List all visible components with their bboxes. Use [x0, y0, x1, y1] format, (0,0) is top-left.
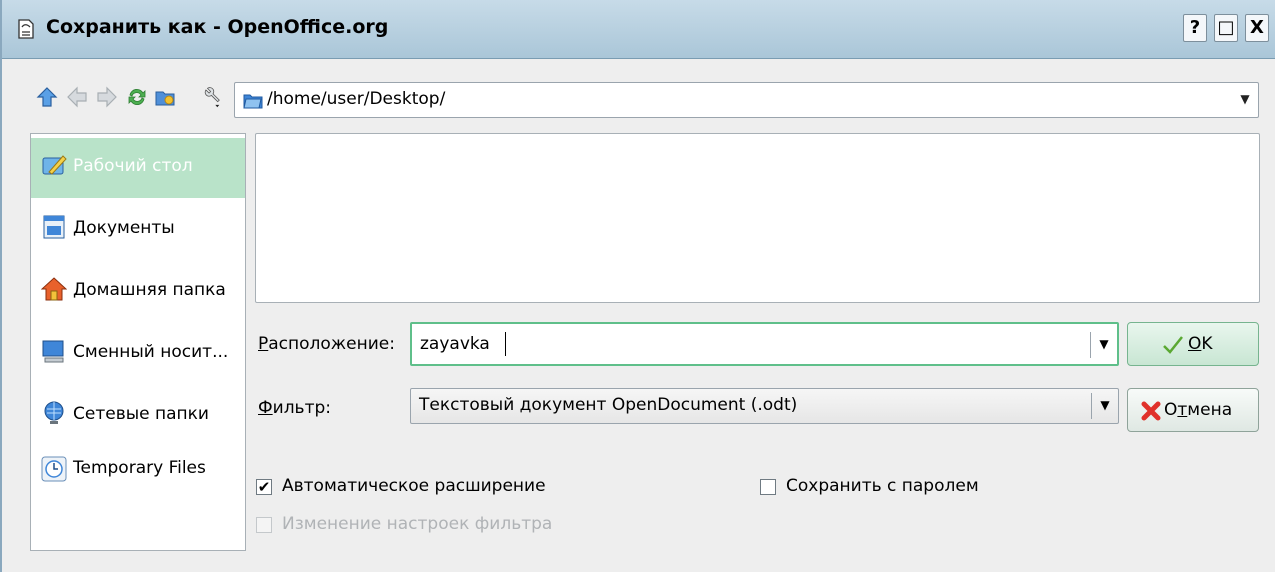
- filter-label-text: ильтр:: [272, 398, 331, 418]
- chevron-down-icon[interactable]: ▼: [1096, 398, 1114, 412]
- save-with-password-checkbox[interactable]: [760, 479, 776, 495]
- filter-value: Текстовый документ OpenDocument (.odt): [419, 395, 798, 415]
- folder-icon: [243, 94, 263, 109]
- path-combo[interactable]: /home/user/Desktop/ ▼: [234, 82, 1259, 118]
- sidebar-item-desktop[interactable]: Рабочий стол: [31, 138, 245, 198]
- sidebar-item-documents[interactable]: Документы: [31, 200, 245, 260]
- sidebar-item-label: Документы: [73, 218, 175, 238]
- wrench-icon[interactable]: [202, 86, 224, 108]
- sidebar-item-network[interactable]: Сетевые папки: [31, 386, 245, 446]
- location-label-text: асположение:: [268, 334, 395, 354]
- sidebar-item-label: Сменный носит...: [73, 342, 229, 362]
- reload-icon[interactable]: [126, 86, 148, 108]
- chevron-down-icon[interactable]: ▼: [1236, 92, 1254, 106]
- file-list[interactable]: [255, 133, 1260, 303]
- ok-label: OK: [1188, 334, 1213, 354]
- cancel-label: Отмена: [1164, 400, 1232, 420]
- cancel-mnemonic: т: [1177, 400, 1188, 420]
- home-icon: [41, 277, 67, 301]
- filter-label-mnemonic: Ф: [258, 398, 273, 418]
- combo-separator: [1091, 393, 1092, 419]
- removable-media-icon: [42, 340, 64, 363]
- auto-extension-label: Автоматическое расширение: [282, 476, 546, 496]
- sidebar-item-removable[interactable]: Сменный носит...: [31, 324, 245, 384]
- maximize-button[interactable]: □: [1214, 14, 1238, 42]
- edit-filter-settings-label: Изменение настроек фильтра: [282, 514, 553, 534]
- ok-button[interactable]: OK: [1127, 322, 1259, 366]
- sidebar-item-home[interactable]: Домашняя папка: [31, 262, 245, 322]
- cancel-label-start: О: [1164, 400, 1178, 420]
- cancel-button[interactable]: Отмена: [1127, 388, 1259, 432]
- save-with-password-label: Сохранить с паролем: [786, 476, 979, 496]
- places-sidebar: Рабочий стол Документы Домашняя папка См…: [30, 133, 246, 551]
- sidebar-item-temporary[interactable]: Temporary Files: [31, 448, 245, 508]
- sidebar-item-label: Рабочий стол: [73, 156, 193, 176]
- location-input[interactable]: zayavka ▼: [410, 322, 1119, 366]
- documents-icon: [43, 215, 65, 239]
- back-arrow-icon[interactable]: [66, 86, 88, 108]
- close-button[interactable]: X: [1245, 14, 1269, 42]
- cancel-label-text: мена: [1187, 400, 1233, 420]
- up-arrow-icon[interactable]: [36, 86, 58, 108]
- save-as-dialog: Сохранить как - OpenOffice.org ? □ X /ho…: [0, 0, 1275, 572]
- path-value: /home/user/Desktop/: [267, 89, 446, 109]
- ok-mnemonic: O: [1188, 334, 1202, 354]
- desktop-icon: [42, 155, 67, 175]
- network-folder-icon: [44, 401, 64, 424]
- openoffice-app-icon: [18, 19, 34, 39]
- sidebar-item-label: Temporary Files: [73, 458, 206, 478]
- window-title: Сохранить как - OpenOffice.org: [46, 16, 389, 38]
- ok-label-text: K: [1201, 334, 1213, 354]
- checkmark-icon: [1163, 336, 1183, 354]
- location-label-mnemonic: Р: [258, 334, 269, 354]
- help-button[interactable]: ?: [1183, 14, 1207, 42]
- text-cursor: [505, 332, 506, 356]
- title-bar[interactable]: Сохранить как - OpenOffice.org ? □ X: [2, 0, 1275, 59]
- filter-select[interactable]: Текстовый документ OpenDocument (.odt) ▼: [410, 388, 1119, 424]
- clock-icon: [41, 456, 67, 482]
- combo-separator: [1090, 332, 1091, 358]
- auto-extension-checkbox[interactable]: ✔: [256, 479, 272, 495]
- edit-filter-settings-checkbox[interactable]: [256, 517, 272, 533]
- location-label: Расположение:: [258, 334, 395, 354]
- forward-arrow-icon[interactable]: [96, 86, 118, 108]
- sidebar-item-label: Сетевые папки: [73, 404, 209, 424]
- location-value: zayavka: [420, 334, 490, 354]
- cancel-x-icon: [1141, 401, 1161, 421]
- filter-label: Фильтр:: [258, 398, 331, 418]
- new-folder-icon[interactable]: [154, 86, 176, 108]
- chevron-down-icon[interactable]: ▼: [1095, 337, 1113, 351]
- sidebar-item-label: Домашняя папка: [73, 280, 226, 300]
